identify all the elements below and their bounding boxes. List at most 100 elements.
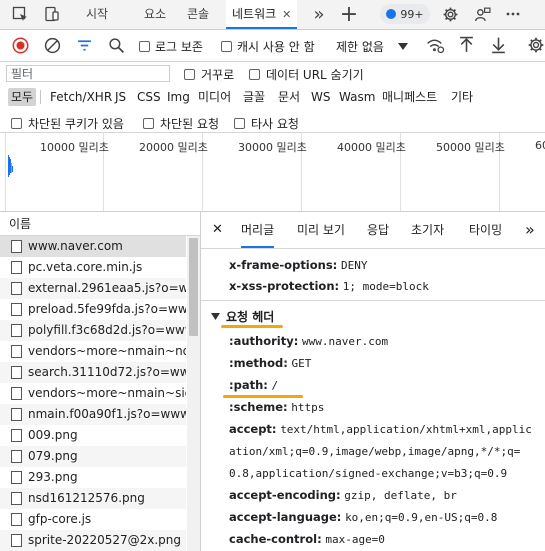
issues-badge[interactable]: 99+ [380, 4, 430, 24]
table-row[interactable]: gfp-core.js [0, 509, 186, 530]
blocked-cookies-checkbox[interactable] [11, 118, 22, 129]
header-value: GET [291, 357, 312, 370]
table-row[interactable]: 079.png [0, 446, 186, 467]
close-details-icon[interactable]: ✕ [212, 212, 223, 248]
header-entry: :scheme: https [229, 397, 324, 418]
type-fetch-xhr[interactable]: Fetch/XHR [47, 88, 115, 106]
table-row[interactable]: nsd161212576.png [0, 488, 186, 509]
type-font[interactable]: 글꼴 [240, 88, 268, 106]
search-icon[interactable] [108, 37, 125, 54]
table-row[interactable]: nmain.f00a90f1.js?o=www [0, 404, 186, 425]
scrollbar-thumb[interactable] [189, 238, 198, 336]
tab-start[interactable]: 시작 [86, 0, 108, 29]
header-value: www.naver.com [302, 335, 389, 348]
table-row[interactable]: sprite-20220527@2x.png [0, 530, 186, 551]
type-img[interactable]: Img [164, 88, 193, 106]
more-options-icon[interactable] [503, 4, 523, 24]
file-icon [11, 408, 22, 421]
hide-data-urls-checkbox[interactable] [249, 69, 260, 80]
file-icon [11, 282, 22, 295]
table-row[interactable]: search.31110d72.js?o=www [0, 362, 186, 383]
blocked-cookies-option[interactable]: 차단된 쿠키가 있음 [11, 115, 124, 132]
tab-network[interactable]: 네트워크 ✕ [226, 0, 298, 29]
inspect-element-icon[interactable] [10, 4, 30, 24]
request-headers-section-toggle[interactable]: 요청 헤더 [211, 308, 274, 325]
tab-elements[interactable]: 요소 [144, 0, 166, 29]
add-tab-icon[interactable]: + [339, 2, 359, 27]
tab-console[interactable]: 콘솔 [187, 0, 209, 29]
tab-headers[interactable]: 머리글 [241, 212, 275, 248]
tab-timing[interactable]: 타이밍 [469, 212, 502, 248]
type-media[interactable]: 미디어 [195, 88, 234, 106]
header-value: ation/xml;q=0.9,image/webp,image/apng,*/… [229, 445, 521, 458]
image-file-icon [11, 429, 22, 442]
type-other[interactable]: 기타 [448, 88, 476, 106]
request-name: nsd161212576.png [28, 491, 145, 505]
more-tabs-icon[interactable]: » [309, 4, 329, 25]
disable-cache-checkbox[interactable] [221, 41, 232, 52]
device-emulation-icon[interactable] [42, 4, 62, 24]
type-wasm[interactable]: Wasm [336, 88, 378, 106]
invert-checkbox[interactable] [184, 69, 195, 80]
third-party-option[interactable]: 타사 요청 [234, 115, 299, 132]
export-har-icon[interactable] [490, 36, 507, 54]
header-entry: accept-encoding: gzip, deflate, br [229, 485, 457, 506]
network-settings-gear-icon[interactable] [527, 36, 545, 54]
table-row[interactable]: www.naver.com [0, 236, 186, 257]
network-conditions-icon[interactable] [426, 37, 445, 54]
table-row[interactable]: 293.png [0, 467, 186, 488]
third-party-checkbox[interactable] [234, 118, 245, 129]
type-manifest[interactable]: 매니페스트 [379, 88, 440, 106]
table-row[interactable]: 009.png [0, 425, 186, 446]
header-entry: cache-control: max-age=0 [229, 529, 385, 550]
type-js[interactable]: JS [112, 88, 129, 106]
table-row[interactable]: preload.5fe99fda.js?o=www [0, 299, 186, 320]
type-all[interactable]: 모두 [8, 88, 37, 106]
preserve-log-checkbox[interactable] [139, 41, 150, 52]
invert-option[interactable]: 거꾸로 [184, 66, 234, 83]
network-overview[interactable]: 10000 밀리초 20000 밀리초 30000 밀리초 40000 밀리초 … [0, 133, 545, 212]
invert-label: 거꾸로 [201, 68, 235, 82]
table-row[interactable]: polyfill.f3c68d2d.js?o=www [0, 320, 186, 341]
name-column-header[interactable]: 이름 [0, 212, 200, 236]
blocked-requests-option[interactable]: 차단된 요청 [143, 115, 219, 132]
header-value: max-age=0 [325, 533, 385, 546]
clear-icon[interactable] [44, 37, 61, 54]
hide-data-urls-option[interactable]: 데이터 URL 숨기기 [249, 66, 364, 83]
table-row[interactable]: external.2961eaa5.js?o=www [0, 278, 186, 299]
throttling-select[interactable]: 제한 없음 [336, 38, 408, 55]
preserve-log-option[interactable]: 로그 보존 [139, 38, 203, 55]
overview-tick-label: 10000 밀리초 [40, 141, 109, 154]
type-css[interactable]: CSS [134, 88, 164, 106]
header-entry: ation/xml;q=0.9,image/webp,image/apng,*/… [229, 441, 520, 462]
resource-type-filter: 모두 Fetch/XHR JS CSS Img 미디어 글꼴 문서 WS Was… [0, 86, 545, 108]
request-list-scrollbar[interactable] [187, 236, 200, 551]
more-tabs-icon[interactable]: » [525, 212, 535, 248]
disable-cache-option[interactable]: 캐시 사용 안 함 [221, 38, 315, 55]
table-row[interactable]: vendors~more~nmain~sideb [0, 383, 186, 404]
table-row[interactable]: vendors~more~nmain~notice [0, 341, 186, 362]
settings-gear-icon[interactable] [440, 4, 460, 24]
type-ws[interactable]: WS [308, 88, 333, 106]
header-key: :path: [229, 378, 268, 392]
header-key: accept-language: [229, 510, 342, 524]
tab-response[interactable]: 응답 [367, 212, 389, 248]
request-name: pc.veta.core.min.js [28, 260, 143, 274]
table-row[interactable]: pc.veta.core.min.js [0, 257, 186, 278]
tab-initiator[interactable]: 초기자 [411, 212, 444, 248]
filter-input[interactable] [6, 65, 170, 82]
header-key: :scheme: [229, 400, 288, 414]
blocked-requests-checkbox[interactable] [143, 118, 154, 129]
header-value: / [271, 379, 279, 392]
header-entry: :path: / [229, 375, 278, 396]
feedback-icon[interactable] [472, 4, 492, 24]
tab-preview[interactable]: 미리 보기 [297, 212, 345, 248]
import-har-icon[interactable] [458, 36, 475, 54]
filter-icon[interactable] [76, 37, 93, 54]
header-value: gzip, deflate, br [344, 489, 457, 502]
record-icon[interactable] [12, 37, 29, 54]
type-doc[interactable]: 문서 [275, 88, 303, 106]
file-icon [11, 324, 22, 337]
request-name: 079.png [28, 449, 78, 463]
close-icon[interactable]: ✕ [282, 8, 291, 21]
